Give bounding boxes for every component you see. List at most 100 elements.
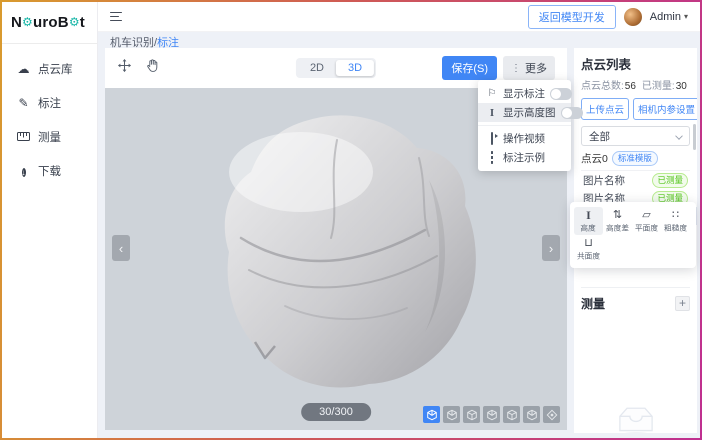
height-icon: I [586,209,591,221]
tool-flatness[interactable]: ▱ 平面度 [632,207,661,235]
image-pager: 30/300 [301,403,371,421]
save-button[interactable]: 保存(S) [442,56,497,80]
show-heightmap-toggle[interactable] [561,107,583,119]
app-window: N⚙uroB⚙t ☁ 点云库 ✎ 标注 测量 ↓ [0,0,702,440]
view-mode-switch: 2D 3D [296,58,376,78]
menu-item-show-annotation[interactable]: ⚐ 显示标注 [478,84,571,103]
measure-title: 测量 [581,295,605,312]
more-dropdown-menu: ⚐ 显示标注 I 显示高度图 操作视频 标注示例 [478,80,571,171]
menu-item-show-heightmap[interactable]: I 显示高度图 [478,103,571,122]
video-icon [486,133,498,144]
logo-text-part1: N [11,14,22,31]
measured-value: 30 [676,81,687,92]
tool-height-diff[interactable]: ⇅ 高度差 [603,207,632,235]
breadcrumb: 机车识别/标注 [98,32,700,48]
panel-stats: 点云总数:56 已测量:30 [581,77,690,92]
hand-tool-icon[interactable] [145,58,159,78]
main-area: 返回模型开发 Admin ▾ 机车识别/标注 [98,2,700,438]
image-name: 图片名称 [583,173,625,188]
tool-height[interactable]: I 高度 [574,207,603,235]
gear-icon: ⚙ [22,15,33,29]
collapse-menu-icon[interactable] [110,12,122,22]
sidebar-item-point-cloud-library[interactable]: ☁ 点云库 [2,52,97,86]
ruler-icon [17,131,30,143]
total-value: 56 [625,81,636,92]
empty-box-icon [613,404,659,433]
more-button-label: 更多 [525,60,547,76]
tool-roughness[interactable]: ∷ 粗糙度 [661,207,690,235]
menu-item-annotation-sample[interactable]: 标注示例 [478,148,571,167]
tool-coplanarity[interactable]: ⊔ 共面度 [574,235,603,263]
show-annotation-toggle[interactable] [550,88,572,100]
menu-item-label: 显示高度图 [503,105,556,120]
menu-item-tutorial-video[interactable]: 操作视频 [478,129,571,148]
sidebar-item-download[interactable]: ↓ 下载 [2,154,97,188]
panel-scrollbar[interactable] [693,124,696,150]
tool-label: 高度差 [606,221,629,232]
sidebar-item-measure[interactable]: 测量 [2,120,97,154]
cloud-template-tag: 标准模版 [612,151,658,166]
cloud-name: 点云0 [581,151,608,166]
sidebar: N⚙uroB⚙t ☁ 点云库 ✎ 标注 测量 ↓ [2,2,98,438]
filter-value: 全部 [589,129,610,144]
tool-label: 粗糙度 [664,221,687,232]
add-measure-button[interactable]: + [675,296,690,311]
measured-label: 已测量: [642,81,675,92]
view-left-button[interactable] [483,406,500,423]
measure-section-header: 测量 + [581,287,690,312]
camera-intrinsics-button[interactable]: 相机内参设置 [633,98,697,120]
sidebar-item-label: 点云库 [38,61,73,77]
mode-2d-button[interactable]: 2D [298,60,336,76]
view-center-button[interactable] [543,406,560,423]
pen-icon: ✎ [17,97,30,109]
total-label: 点云总数: [581,81,624,92]
menu-divider [478,125,571,126]
move-tool-icon[interactable] [117,58,132,78]
tooth-3d-model[interactable] [189,110,479,390]
cloud-icon: ☁ [17,63,30,75]
filter-select[interactable]: 全部 [581,126,690,146]
flag-icon: ⚐ [486,88,498,99]
sidebar-nav: ☁ 点云库 ✎ 标注 测量 ↓ 下载 [2,44,97,188]
dots-icon: ⋮ [511,63,521,74]
download-icon: ↓ [17,165,30,178]
sample-frame-icon [486,152,498,163]
height-diff-icon: ⇅ [613,209,622,221]
topbar: 返回模型开发 Admin ▾ [98,2,700,32]
logo-text-part3: t [80,14,85,31]
view-iso-button[interactable] [423,406,440,423]
image-list-item[interactable]: 图片名称 已测量 [581,171,690,189]
previous-image-button[interactable]: ‹ [112,235,130,261]
avatar[interactable] [624,8,642,26]
roughness-icon: ∷ [672,209,679,221]
next-image-button[interactable]: › [542,235,560,261]
sidebar-item-label: 下载 [38,163,61,179]
measure-tool-popup: I 高度 ⇅ 高度差 ▱ 平面度 ∷ 粗糙度 ⊔ 共面度 [570,202,696,268]
back-to-model-dev-button[interactable]: 返回模型开发 [528,5,616,29]
mode-3d-button[interactable]: 3D [336,60,374,76]
sidebar-item-label: 测量 [38,129,61,145]
coplanarity-icon: ⊔ [584,237,593,249]
view-orientation-bar [423,406,560,423]
upload-point-cloud-button[interactable]: 上传点云 [581,98,629,120]
cloud-item[interactable]: 点云0 标准模版 [581,151,690,171]
view-front-button[interactable] [443,406,460,423]
tool-label: 平面度 [635,221,658,232]
more-button[interactable]: ⋮ 更多 [503,56,555,80]
flatness-icon: ▱ [642,209,650,221]
user-menu[interactable]: Admin ▾ [650,11,688,23]
view-back-button[interactable] [463,406,480,423]
status-badge: 已测量 [652,173,688,188]
view-right-button[interactable] [503,406,520,423]
sidebar-item-annotate[interactable]: ✎ 标注 [2,86,97,120]
view-top-button[interactable] [523,406,540,423]
tool-label: 共面度 [577,249,600,260]
sidebar-item-label: 标注 [38,95,61,111]
panel-title: 点云列表 [581,54,690,73]
app-logo: N⚙uroB⚙t [2,2,97,44]
menu-item-label: 操作视频 [503,131,545,146]
menu-item-label: 显示标注 [503,86,545,101]
menu-item-label: 标注示例 [503,150,545,165]
tool-label: 高度 [581,221,596,232]
height-beam-icon: I [486,107,498,119]
